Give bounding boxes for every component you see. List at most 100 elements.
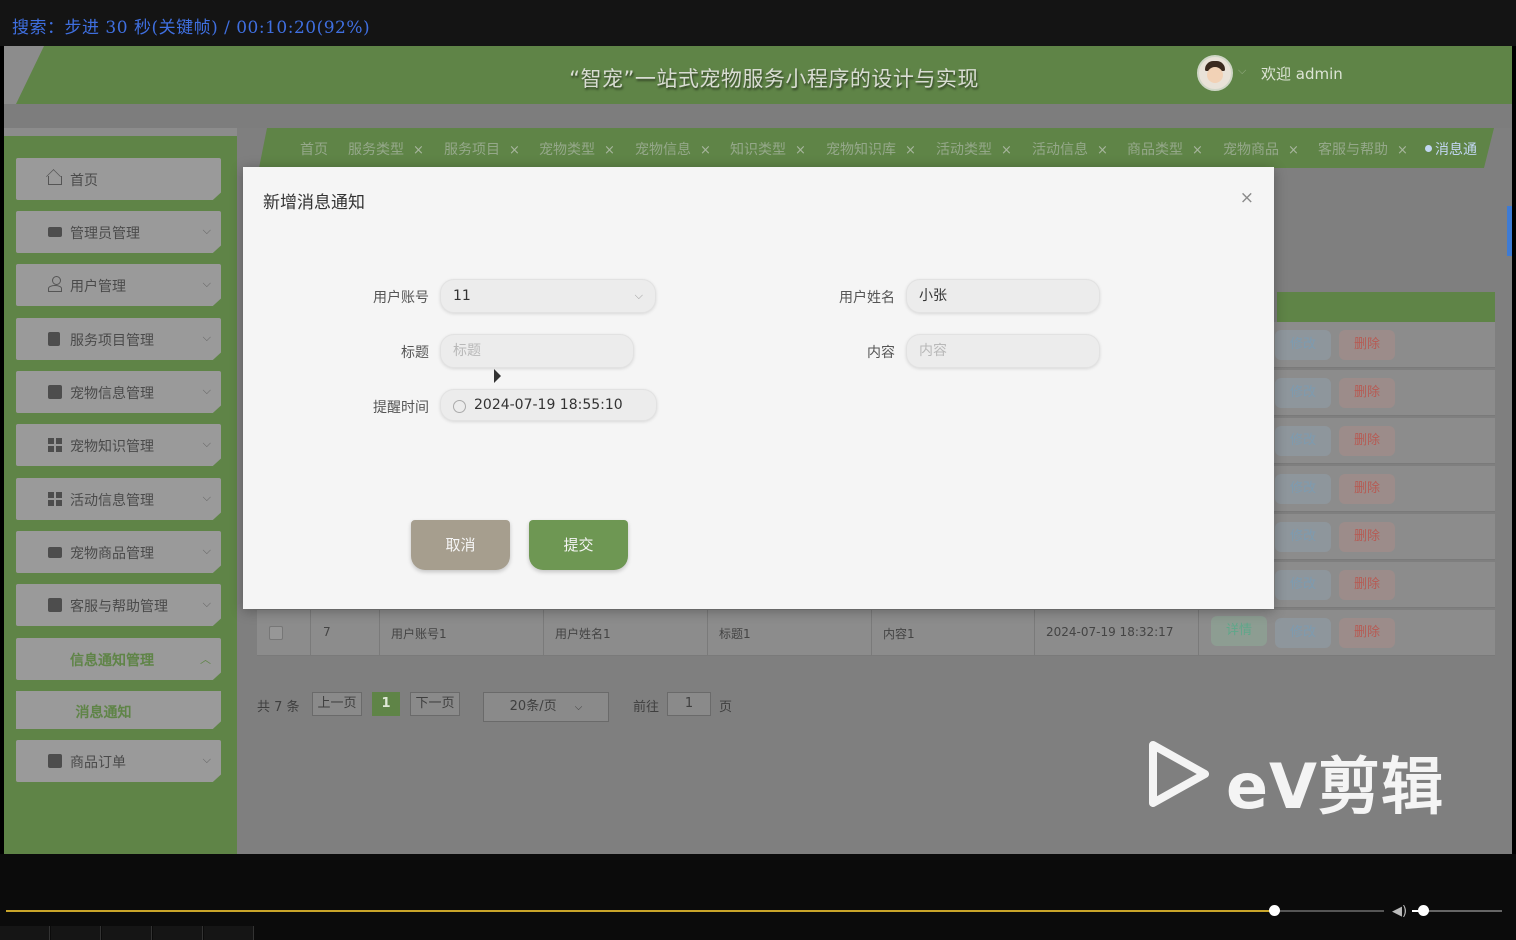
sidebar-item-label: 服务项目管理 <box>70 333 154 349</box>
edit-button[interactable]: 修改 <box>1275 474 1331 504</box>
close-icon[interactable]: × <box>1001 143 1012 158</box>
tab-home[interactable]: 首页 <box>300 139 328 159</box>
control-slot[interactable] <box>0 926 50 940</box>
delete-button[interactable]: 删除 <box>1339 330 1395 360</box>
sidebar-item-label: 宠物信息管理 <box>70 386 154 402</box>
tab-bar: 首页 服务类型 × 服务项目 × 宠物类型 × 宠物信息 × 知识类型 × 宠物知识库 × … <box>259 128 1494 168</box>
timeline-track[interactable] <box>6 910 1384 912</box>
table-row: 7 用户账号1 用户姓名1 标题1 内容1 2024-07-19 18:32:1… <box>257 610 1495 656</box>
pagination: 共 7 条 上一页 1 下一页 20条/页 ⌵ 前往 1 页 <box>257 688 857 728</box>
tab-activity-info[interactable]: 活动信息 × <box>1032 139 1108 159</box>
tab-service-types[interactable]: 服务类型 × <box>348 139 424 159</box>
pager-current-page[interactable]: 1 <box>372 692 400 716</box>
close-icon[interactable]: × <box>1397 143 1408 158</box>
sidebar-subitem-messages[interactable]: 消息通知 <box>16 691 221 729</box>
sidebar-item-admin[interactable]: 管理员管理 ⌵ <box>16 211 221 253</box>
cancel-button[interactable]: 取消 <box>411 520 510 570</box>
sidebar-item-label: 用户管理 <box>70 279 126 295</box>
timeline-knob[interactable] <box>1269 905 1280 916</box>
sidebar-item-services[interactable]: 服务项目管理 ⌵ <box>16 318 221 360</box>
sidebar-item-home[interactable]: 首页 <box>16 158 221 200</box>
volume-knob[interactable] <box>1418 905 1429 916</box>
page-size-select[interactable]: 20条/页 ⌵ <box>483 692 609 722</box>
control-slot[interactable] <box>153 926 203 940</box>
avatar[interactable] <box>1197 55 1233 91</box>
title-input[interactable]: 标题 <box>440 334 634 368</box>
remind-time-value: 2024-07-19 18:55:10 <box>474 397 623 413</box>
tab-label: 消息通 <box>1435 142 1477 158</box>
tab-label: 活动信息 <box>1032 142 1088 158</box>
edit-button[interactable]: 修改 <box>1275 426 1331 456</box>
submit-button[interactable]: 提交 <box>529 520 628 570</box>
chevron-down-icon: ⌵ <box>202 384 211 397</box>
sidebar-item-pet-info[interactable]: 宠物信息管理 ⌵ <box>16 371 221 413</box>
delete-button[interactable]: 删除 <box>1339 618 1395 648</box>
sidebar-item-activities[interactable]: 活动信息管理 ⌵ <box>16 478 221 520</box>
sidebar-item-support[interactable]: 客服与帮助管理 ⌵ <box>16 584 221 626</box>
tab-goods-types[interactable]: 商品类型 × <box>1127 139 1203 159</box>
name-input[interactable]: 小张 <box>906 279 1100 313</box>
content-input[interactable]: 内容 <box>906 334 1100 368</box>
tab-messages[interactable]: 消息通 <box>1425 139 1477 159</box>
apps-icon <box>48 652 62 666</box>
account-label: 用户账号 <box>373 290 429 306</box>
sidebar-item-pet-goods[interactable]: 宠物商品管理 ⌵ <box>16 531 221 573</box>
scroll-indicator[interactable] <box>1507 206 1512 256</box>
control-slot[interactable] <box>204 926 254 940</box>
tab-pet-knowledge[interactable]: 宠物知识库 × <box>826 139 916 159</box>
close-icon[interactable]: × <box>795 143 806 158</box>
row-checkbox[interactable] <box>269 626 283 640</box>
delete-button[interactable]: 删除 <box>1339 570 1395 600</box>
edit-button[interactable]: 修改 <box>1275 330 1331 360</box>
sidebar-item-label: 活动信息管理 <box>70 493 154 509</box>
edit-button[interactable]: 修改 <box>1275 618 1331 648</box>
close-icon[interactable]: × <box>1240 188 1254 208</box>
bookmark-icon <box>48 332 60 346</box>
cell-index: 7 <box>323 625 331 639</box>
sidebar-item-pet-knowledge[interactable]: 宠物知识管理 ⌵ <box>16 424 221 466</box>
volume-icon[interactable]: ◀) <box>1392 904 1407 919</box>
close-icon[interactable]: × <box>413 143 424 158</box>
tab-support[interactable]: 客服与帮助 × <box>1318 139 1408 159</box>
sidebar-item-notices[interactable]: 信息通知管理 ︿ <box>16 638 221 680</box>
sidebar-item-orders[interactable]: 商品订单 ⌵ <box>16 740 221 782</box>
detail-button[interactable]: 详情 <box>1211 616 1267 646</box>
account-select[interactable]: 11 ⌵ <box>440 279 656 313</box>
pager-goto-input[interactable]: 1 <box>667 692 711 716</box>
delete-button[interactable]: 删除 <box>1339 426 1395 456</box>
tab-activity-types[interactable]: 活动类型 × <box>936 139 1012 159</box>
control-slot[interactable] <box>102 926 152 940</box>
close-icon[interactable]: × <box>509 143 520 158</box>
control-slot[interactable] <box>51 926 101 940</box>
sidebar-item-users[interactable]: 用户管理 ⌵ <box>16 264 221 306</box>
tab-knowledge-types[interactable]: 知识类型 × <box>730 139 806 159</box>
tab-service-items[interactable]: 服务项目 × <box>444 139 520 159</box>
pager-prev-button[interactable]: 上一页 <box>312 692 362 716</box>
pager-next-button[interactable]: 下一页 <box>410 692 460 716</box>
delete-button[interactable]: 删除 <box>1339 522 1395 552</box>
welcome-text: 欢迎 admin <box>1261 65 1343 83</box>
timeline-remaining <box>1274 910 1384 912</box>
close-icon[interactable]: × <box>1288 143 1299 158</box>
delete-button[interactable]: 删除 <box>1339 378 1395 408</box>
close-icon[interactable]: × <box>905 143 916 158</box>
edit-button[interactable]: 修改 <box>1275 570 1331 600</box>
cell-account: 用户账号1 <box>391 627 447 641</box>
active-dot-icon <box>1425 145 1432 152</box>
tab-pet-goods[interactable]: 宠物商品 × <box>1223 139 1299 159</box>
close-icon[interactable]: × <box>700 143 711 158</box>
close-icon[interactable]: × <box>1097 143 1108 158</box>
close-icon[interactable]: × <box>604 143 615 158</box>
chevron-down-icon[interactable]: ⌵ <box>1238 64 1246 78</box>
avatar-face <box>1207 67 1223 83</box>
edit-button[interactable]: 修改 <box>1275 378 1331 408</box>
close-icon[interactable]: × <box>1192 143 1203 158</box>
server-icon <box>48 754 62 768</box>
tab-pet-info[interactable]: 宠物信息 × <box>635 139 711 159</box>
delete-button[interactable]: 删除 <box>1339 474 1395 504</box>
remind-time-picker[interactable]: 2024-07-19 18:55:10 <box>440 389 657 421</box>
control-strip <box>0 926 256 940</box>
sidebar-item-label: 信息通知管理 <box>70 653 154 669</box>
tab-pet-types[interactable]: 宠物类型 × <box>539 139 615 159</box>
edit-button[interactable]: 修改 <box>1275 522 1331 552</box>
